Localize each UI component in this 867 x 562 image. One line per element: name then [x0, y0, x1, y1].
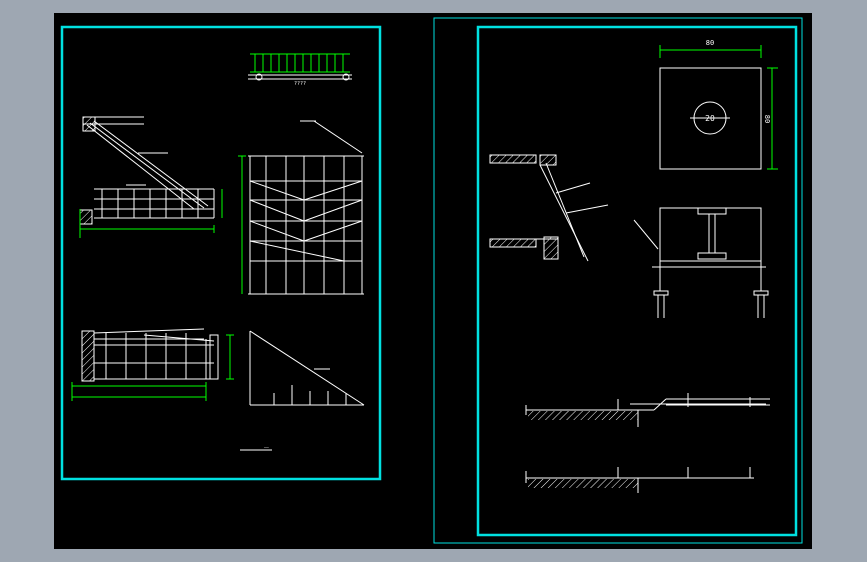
- right-sheet: 80 80 20: [433, 17, 803, 544]
- plate-height-label: 80: [763, 115, 771, 123]
- wall-bracket-detail: [489, 154, 609, 262]
- cad-drawing: ???? —— 80 80 20: [60, 17, 803, 544]
- plate-dims: [659, 45, 778, 170]
- left-sheet-frame: [60, 25, 382, 481]
- stay-elevation: [79, 116, 215, 225]
- bottom-note: ——: [264, 445, 269, 450]
- drawing-canvas[interactable]: ???? —— 80 80 20: [54, 13, 812, 549]
- top-beam-label: ????: [294, 81, 306, 87]
- hole-diameter-label: 20: [705, 114, 715, 123]
- base-plate-detail: 80 80 20: [659, 39, 778, 170]
- plate-width-label: 80: [706, 39, 714, 47]
- load-arrows: [254, 54, 344, 72]
- triangle-load-diagram: [249, 330, 365, 406]
- lower-scaffold-elevation: [81, 328, 219, 382]
- top-beam-load-diagram: [248, 53, 352, 81]
- i-beam-support-detail: [633, 207, 769, 318]
- ground-section-upper: [525, 393, 770, 427]
- scaffold-grid-dims: [238, 155, 246, 294]
- stay-elevation-dims: [79, 189, 223, 238]
- right-sheet-frame: [476, 25, 798, 537]
- scaffold-grid-elevation: [248, 120, 364, 295]
- left-sheet: ???? ——: [60, 25, 382, 481]
- ground-section-lower: [525, 467, 754, 493]
- right-sheet-outer-frame: [433, 17, 803, 544]
